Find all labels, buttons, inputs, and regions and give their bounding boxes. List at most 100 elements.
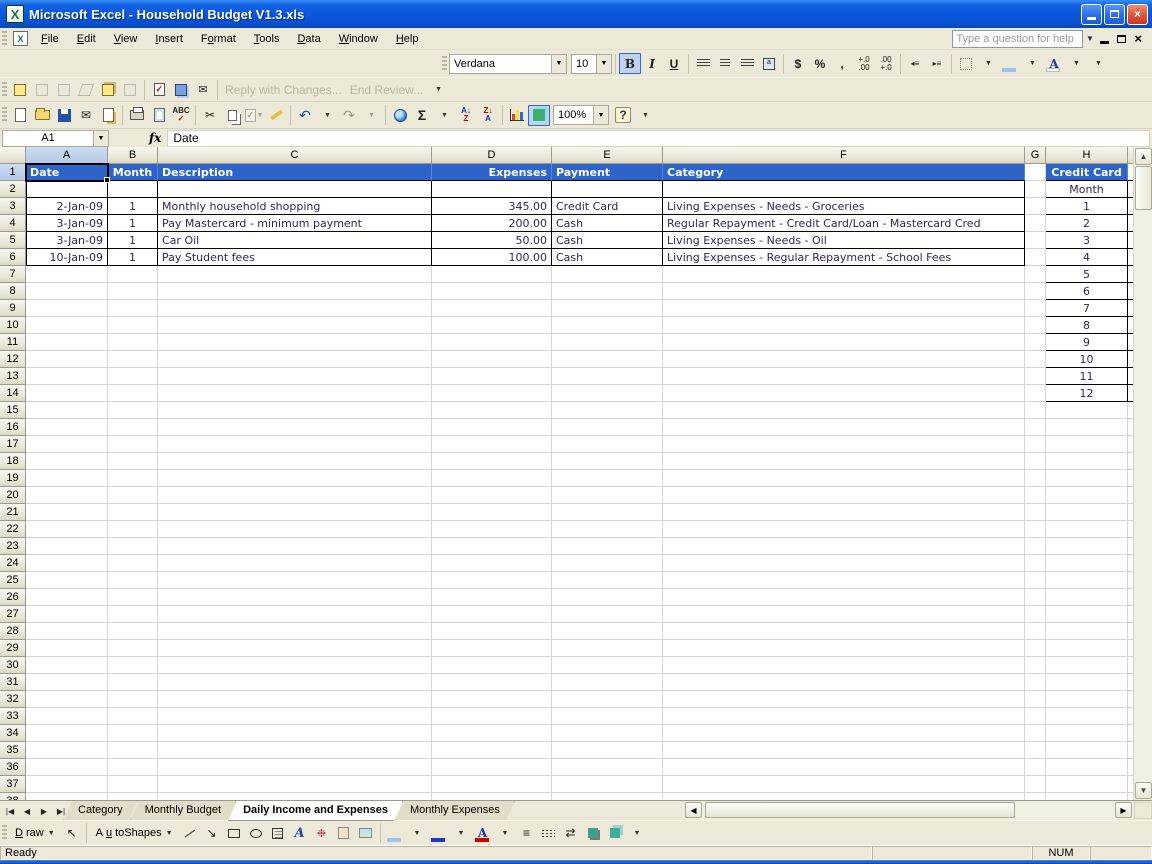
cell-B32[interactable] — [108, 691, 158, 708]
cell-D7[interactable] — [432, 266, 552, 283]
cell-A28[interactable] — [26, 623, 108, 640]
cell-F36[interactable] — [663, 759, 1025, 776]
cell-G18[interactable] — [1025, 453, 1046, 470]
cell-B36[interactable] — [108, 759, 158, 776]
cell-D15[interactable] — [432, 402, 552, 419]
cell-H30[interactable] — [1046, 657, 1128, 674]
cell-G30[interactable] — [1025, 657, 1046, 674]
cell-F38[interactable] — [663, 793, 1025, 800]
cell-H4[interactable]: 2 — [1046, 215, 1128, 232]
autosum-icon[interactable]: Σ — [411, 105, 433, 126]
cell-G11[interactable] — [1025, 334, 1046, 351]
cell-D34[interactable] — [432, 725, 552, 742]
cell-D14[interactable] — [432, 385, 552, 402]
cell-D23[interactable] — [432, 538, 552, 555]
cell-G34[interactable] — [1025, 725, 1046, 742]
cell-A24[interactable] — [26, 555, 108, 572]
cell-F19[interactable] — [663, 470, 1025, 487]
cell-F21[interactable] — [663, 504, 1025, 521]
align-right-button[interactable] — [736, 53, 758, 74]
update-file-icon[interactable] — [148, 79, 170, 100]
cell-B9[interactable] — [108, 300, 158, 317]
horizontal-scroll-thumb[interactable] — [705, 802, 1015, 818]
row-header-12[interactable]: 12 — [0, 351, 26, 368]
scroll-down-icon[interactable]: ▼ — [1135, 782, 1152, 799]
cell-D19[interactable] — [432, 470, 552, 487]
row-header-8[interactable]: 8 — [0, 283, 26, 300]
cell-C33[interactable] — [158, 708, 432, 725]
cell-G14[interactable] — [1025, 385, 1046, 402]
print-icon[interactable] — [126, 105, 148, 126]
cell-E12[interactable] — [552, 351, 663, 368]
cell-A16[interactable] — [26, 419, 108, 436]
cell-G38[interactable] — [1025, 793, 1046, 800]
undo-dropdown-icon[interactable]: ▼ — [316, 105, 338, 126]
cell-B31[interactable] — [108, 674, 158, 691]
text-box-icon[interactable] — [267, 823, 289, 844]
cell-B24[interactable] — [108, 555, 158, 572]
help-question-input[interactable]: Type a question for help — [952, 30, 1083, 48]
borders-dropdown-icon[interactable]: ▼ — [977, 53, 999, 74]
cell-D30[interactable] — [432, 657, 552, 674]
clip-art-icon[interactable] — [333, 823, 355, 844]
cell-H27[interactable] — [1046, 606, 1128, 623]
cell-F24[interactable] — [663, 555, 1025, 572]
row-header-21[interactable]: 21 — [0, 504, 26, 521]
cell-D8[interactable] — [432, 283, 552, 300]
cell-E21[interactable] — [552, 504, 663, 521]
horizontal-scrollbar[interactable]: ◀ ▶ — [685, 802, 1133, 819]
decrease-decimal-button[interactable]: .00+.0 — [875, 53, 897, 74]
row-header-13[interactable]: 13 — [0, 368, 26, 385]
cell-C36[interactable] — [158, 759, 432, 776]
cell-G2[interactable] — [1025, 181, 1046, 198]
fill-color-button[interactable] — [999, 53, 1021, 74]
toolbar-grip[interactable] — [2, 107, 7, 123]
cell-A35[interactable] — [26, 742, 108, 759]
cell-C34[interactable] — [158, 725, 432, 742]
draw-menu-button[interactable]: Draw ▼ — [9, 824, 61, 842]
cell-D4[interactable]: 200.00 — [432, 215, 552, 232]
cell-C2[interactable] — [158, 181, 432, 198]
cell-A26[interactable] — [26, 589, 108, 606]
row-header-15[interactable]: 15 — [0, 402, 26, 419]
cell-A15[interactable] — [26, 402, 108, 419]
search-icon[interactable] — [97, 105, 119, 126]
cell-H5[interactable]: 3 — [1046, 232, 1128, 249]
cell-F6[interactable]: Living Expenses - Regular Repayment - Sc… — [663, 249, 1025, 266]
toolbar-options-icon[interactable]: ▼ — [1087, 53, 1109, 74]
restore-button[interactable] — [1104, 4, 1125, 25]
row-header-37[interactable]: 37 — [0, 776, 26, 793]
help-question-dropdown-icon[interactable]: ▼ — [1083, 30, 1096, 48]
column-header-A[interactable]: A — [26, 147, 108, 164]
previous-sheet-icon[interactable]: ◀ — [19, 803, 35, 819]
copy-icon[interactable] — [221, 105, 243, 126]
row-header-1[interactable]: 1 — [0, 164, 26, 181]
cell-E4[interactable]: Cash — [552, 215, 663, 232]
column-header-H[interactable]: H — [1046, 147, 1128, 164]
cell-E23[interactable] — [552, 538, 663, 555]
cell-H1[interactable]: Credit Card — [1046, 164, 1128, 181]
paste-icon[interactable]: ▼ — [243, 105, 265, 126]
formula-input[interactable]: Date — [167, 130, 1150, 147]
select-all-corner[interactable] — [0, 147, 26, 164]
cell-F5[interactable]: Living Expenses - Needs - Oil — [663, 232, 1025, 249]
undo-icon[interactable]: ↶ — [294, 105, 316, 126]
cell-E16[interactable] — [552, 419, 663, 436]
show-all-comments-icon[interactable] — [97, 79, 119, 100]
document-close-icon[interactable]: × — [1134, 31, 1142, 46]
cell-B20[interactable] — [108, 487, 158, 504]
font-color-icon[interactable]: A — [472, 823, 494, 844]
font-color-dropdown-icon[interactable]: ▼ — [494, 823, 516, 844]
cell-H6[interactable]: 4 — [1046, 249, 1128, 266]
autoshapes-menu-button[interactable]: AutoShapes ▼ — [90, 824, 179, 842]
cell-D29[interactable] — [432, 640, 552, 657]
line-color-dropdown-icon[interactable]: ▼ — [450, 823, 472, 844]
cell-F12[interactable] — [663, 351, 1025, 368]
cell-H8[interactable]: 6 — [1046, 283, 1128, 300]
cell-A31[interactable] — [26, 674, 108, 691]
cell-B28[interactable] — [108, 623, 158, 640]
cell-C25[interactable] — [158, 572, 432, 589]
cell-B29[interactable] — [108, 640, 158, 657]
next-sheet-icon[interactable]: ▶ — [36, 803, 52, 819]
cell-F9[interactable] — [663, 300, 1025, 317]
